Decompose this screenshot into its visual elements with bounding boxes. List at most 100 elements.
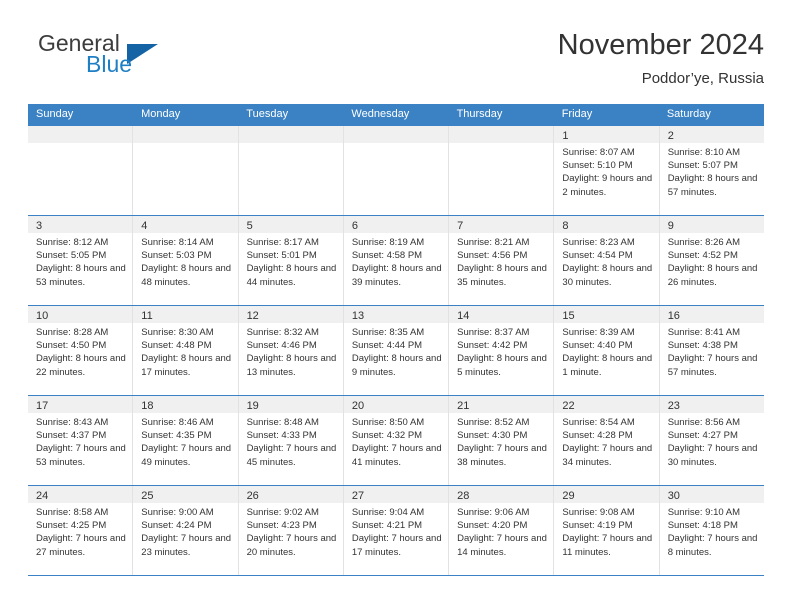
day-number-band: 11 [133,306,238,323]
day-number-band: 15 [554,306,659,323]
calendar-day-cell[interactable]: 19 Sunrise: 8:48 AM Sunset: 4:33 PM Dayligh… [238,396,344,485]
day-number: 11 [141,310,153,322]
calendar-day-cell[interactable]: 14 Sunrise: 8:37 AM Sunset: 4:42 PM Dayligh… [449,306,555,395]
day-number-band: 9 [659,216,764,233]
day-sun-info: Sunrise: 8:46 AM Sunset: 4:35 PM Daylight:… [133,413,237,469]
calendar-day-cell[interactable]: 18 Sunrise: 8:46 AM Sunset: 4:35 PM Dayligh… [133,396,239,485]
day-sun-info: Sunrise: 8:19 AM Sunset: 4:58 PM Daylight:… [344,233,448,289]
daylight-text: Daylight: 7 hours and 34 minutes. [562,443,653,468]
calendar-day-cell[interactable]: 25 Sunrise: 9:00 AM Sunset: 4:24 PM Dayligh… [133,486,239,575]
calendar-day-cell[interactable]: 2 Sunrise: 8:10 AM Sunset: 5:07 PM Daylight… [659,126,764,215]
day-number: 22 [562,400,575,412]
sunrise-text: Sunrise: 9:02 AM [246,507,319,518]
daylight-text: Daylight: 7 hours and 30 minutes. [667,443,758,468]
daylight-text: Daylight: 8 hours and 30 minutes. [562,263,653,288]
day-number-band: 1 [554,126,659,143]
day-sun-info: Sunrise: 9:08 AM Sunset: 4:19 PM Daylight:… [554,503,658,559]
day-sun-info: Sunrise: 8:21 AM Sunset: 4:56 PM Daylight:… [449,233,553,289]
day-number-band: 18 [133,396,238,413]
day-number-band: 3 [28,216,133,233]
day-number-band: 30 [659,486,764,503]
day-number-band: 10 [28,306,133,323]
calendar-day-cell[interactable]: 15 Sunrise: 8:39 AM Sunset: 4:40 PM Dayligh… [554,306,660,395]
calendar-day-cell[interactable]: 10 Sunrise: 8:28 AM Sunset: 4:50 PM Dayligh… [28,306,134,395]
day-number: 24 [36,490,49,502]
calendar-day-cell[interactable]: 28 Sunrise: 9:06 AM Sunset: 4:20 PM Dayligh… [449,486,555,575]
day-number: 13 [351,310,365,322]
day-number: 25 [141,490,154,502]
calendar-day-cell[interactable]: 22 Sunrise: 8:54 AM Sunset: 4:28 PM Dayligh… [554,396,660,485]
sunrise-text: Sunrise: 8:17 AM [246,237,319,248]
calendar-day-cell[interactable]: 7 Sunrise: 8:21 AM Sunset: 4:56 PM Daylight… [449,216,555,305]
day-sun-info: Sunrise: 8:48 AM Sunset: 4:33 PM Daylight:… [239,413,343,469]
calendar-day-cell[interactable]: 27 Sunrise: 9:04 AM Sunset: 4:21 PM Dayligh… [343,486,450,575]
sunset-text: Sunset: 4:58 PM [351,250,423,262]
sunrise-text: Sunrise: 8:56 AM [667,417,741,428]
daylight-text: Daylight: 8 hours and 57 minutes. [667,173,758,198]
calendar-day-cell[interactable]: 9 Sunrise: 8:26 AM Sunset: 4:52 PM Daylight… [659,216,764,305]
page-subtitle: Poddor’ye, Russia [641,70,764,87]
calendar-day-cell[interactable]: 20 Sunrise: 8:50 AM Sunset: 4:32 PM Dayligh… [343,396,450,485]
calendar-day-cell[interactable]: 13 Sunrise: 8:35 AM Sunset: 4:44 PM Dayligh… [343,306,450,395]
calendar-week-row: 1 Sunrise: 8:07 AM Sunset: 5:10 PM Daylight… [28,125,764,215]
day-sun-info: Sunrise: 8:12 AM Sunset: 5:05 PM Daylight:… [28,233,132,289]
calendar-day-cell[interactable]: 12 Sunrise: 8:32 AM Sunset: 4:46 PM Dayligh… [238,306,344,395]
calendar-day-cell[interactable]: 3 Sunrise: 8:12 AM Sunset: 5:05 PM Daylight… [28,216,134,305]
day-number-band: 28 [449,486,554,503]
calendar-day-cell[interactable]: 11 Sunrise: 8:30 AM Sunset: 4:48 PM Dayligh… [133,306,239,395]
sunrise-text: Sunrise: 8:35 AM [351,327,425,338]
daylight-text: Daylight: 8 hours and 9 minutes. [351,353,442,378]
calendar-day-cell[interactable]: 4 Sunrise: 8:14 AM Sunset: 5:03 PM Daylight… [133,216,239,305]
day-number: 20 [351,400,365,412]
calendar-day-cell[interactable]: 29 Sunrise: 9:08 AM Sunset: 4:19 PM Dayligh… [554,486,660,575]
weekday-header-monday: Monday [141,108,181,120]
sunrise-text: Sunrise: 8:23 AM [562,237,635,248]
day-number-band: 6 [343,216,449,233]
sunrise-text: Sunrise: 8:52 AM [457,417,530,428]
calendar-day-cell[interactable]: 24 Sunrise: 8:58 AM Sunset: 4:25 PM Dayligh… [28,486,134,575]
calendar-day-cell[interactable]: 26 Sunrise: 9:02 AM Sunset: 4:23 PM Dayligh… [238,486,344,575]
general-blue-logo[interactable]: General Blue [28,30,228,84]
day-number-band: 26 [238,486,343,503]
daylight-text: Daylight: 8 hours and 48 minutes. [141,263,232,288]
sunset-text: Sunset: 4:18 PM [667,520,738,532]
calendar-day-cell[interactable]: 6 Sunrise: 8:19 AM Sunset: 4:58 PM Daylight… [343,216,450,305]
sunset-text: Sunset: 4:32 PM [351,430,423,442]
calendar-week-row: 24 Sunrise: 8:58 AM Sunset: 4:25 PM Dayligh… [28,485,764,576]
day-number: 9 [667,220,674,232]
sunrise-text: Sunrise: 8:28 AM [36,327,109,338]
weekday-header-saturday: Saturday [666,108,711,120]
sunset-text: Sunset: 4:23 PM [246,520,317,532]
sunset-text: Sunset: 5:07 PM [667,160,738,172]
calendar-weeks: 1 Sunrise: 8:07 AM Sunset: 5:10 PM Daylight… [28,125,764,576]
day-sun-info: Sunrise: 8:37 AM Sunset: 4:42 PM Daylight:… [449,323,553,379]
day-number: 19 [246,400,259,412]
day-number-band: 20 [343,396,449,413]
calendar-day-cell[interactable]: 8 Sunrise: 8:23 AM Sunset: 4:54 PM Daylight… [554,216,660,305]
daylight-text: Daylight: 7 hours and 8 minutes. [667,533,758,558]
calendar-day-cell[interactable]: 16 Sunrise: 8:41 AM Sunset: 4:38 PM Dayligh… [659,306,764,395]
day-number-band [133,126,238,143]
sunset-text: Sunset: 4:27 PM [667,430,738,442]
day-number-band [449,126,554,143]
calendar-day-cell[interactable]: 17 Sunrise: 8:43 AM Sunset: 4:37 PM Dayligh… [28,396,134,485]
day-number-band: 23 [659,396,764,413]
calendar-week-row: 10 Sunrise: 8:28 AM Sunset: 4:50 PM Dayligh… [28,305,764,395]
day-sun-info: Sunrise: 8:56 AM Sunset: 4:27 PM Daylight:… [660,413,764,469]
calendar-day-cell[interactable]: 5 Sunrise: 8:17 AM Sunset: 5:01 PM Daylight… [238,216,344,305]
calendar-day-cell[interactable]: 23 Sunrise: 8:56 AM Sunset: 4:27 PM Dayligh… [659,396,764,485]
calendar-day-cell[interactable]: 30 Sunrise: 9:10 AM Sunset: 4:18 PM Dayligh… [659,486,764,575]
sunrise-text: Sunrise: 9:10 AM [667,507,741,518]
sunrise-text: Sunrise: 8:32 AM [246,327,319,338]
day-number: 28 [457,490,470,502]
day-sun-info: Sunrise: 8:10 AM Sunset: 5:07 PM Daylight:… [660,143,764,199]
day-sun-info: Sunrise: 9:10 AM Sunset: 4:18 PM Daylight:… [660,503,764,559]
calendar-day-cell[interactable]: 1 Sunrise: 8:07 AM Sunset: 5:10 PM Daylight… [554,126,660,215]
calendar-day-cell[interactable]: 21 Sunrise: 8:52 AM Sunset: 4:30 PM Dayligh… [449,396,555,485]
sunrise-text: Sunrise: 8:19 AM [351,237,425,248]
weekday-header-row: Sunday Monday Tuesday Wednesday Thursday Frid… [28,104,764,125]
sunset-text: Sunset: 5:03 PM [141,250,212,262]
title-block: November 2024 Poddor’ye, Russia [558,28,764,90]
day-sun-info: Sunrise: 9:06 AM Sunset: 4:20 PM Daylight:… [449,503,553,559]
daylight-text: Daylight: 7 hours and 11 minutes. [562,533,653,558]
